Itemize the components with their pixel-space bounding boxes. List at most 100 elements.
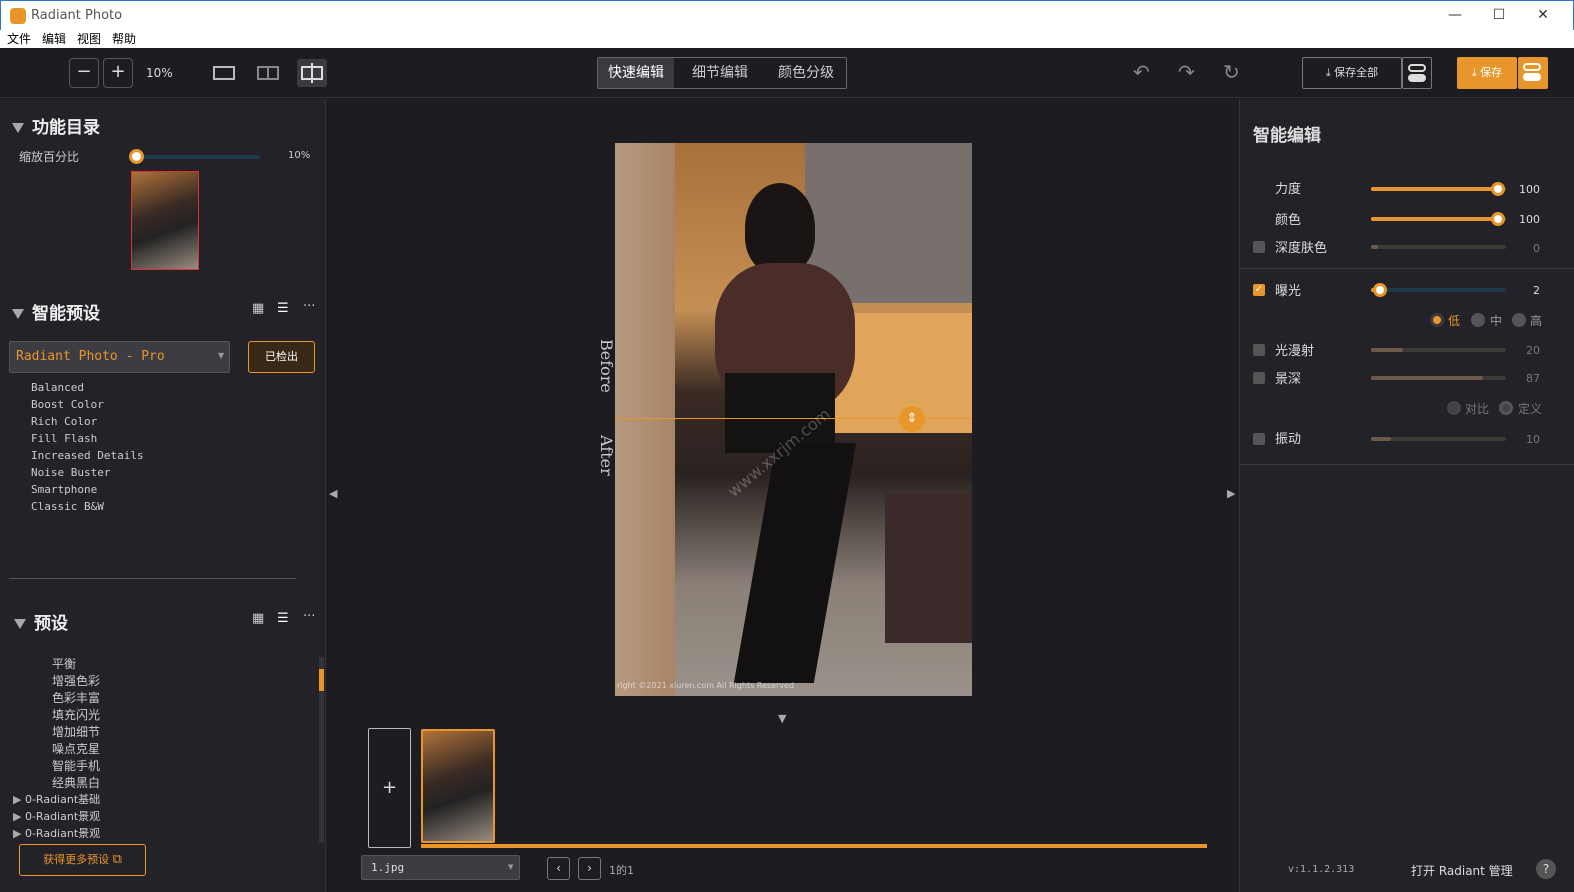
vibrance-slider[interactable] <box>1371 437 1506 441</box>
open-manager-link[interactable]: 打开 Radiant 管理 <box>1411 862 1513 879</box>
skin-depth-checkbox[interactable] <box>1253 241 1265 253</box>
menu-edit[interactable]: 编辑 <box>42 30 66 48</box>
preset-group[interactable]: ▶ 0-Radiant基础 <box>13 791 100 807</box>
redo-icon[interactable]: ↷ <box>1178 60 1195 84</box>
minimize-button[interactable]: — <box>1447 7 1463 23</box>
detected-button[interactable]: 已检出 <box>248 341 315 373</box>
list-item[interactable]: 平衡 <box>52 655 76 672</box>
right-panel: 智能编辑 力度 100 颜色 100 深度肤色 0 ✓ 曝光 2 低 中 高 光… <box>1239 99 1574 892</box>
list-item[interactable]: Classic B&W <box>31 500 104 513</box>
grid-view-icon[interactable]: ▦ <box>252 611 264 626</box>
list-item[interactable]: Fill Flash <box>31 432 97 445</box>
menu-help[interactable]: 帮助 <box>112 30 136 48</box>
file-select-dropdown[interactable]: 1.jpg ▼ <box>361 855 520 880</box>
zoom-percent-knob[interactable] <box>129 149 144 164</box>
list-item[interactable]: 填充闪光 <box>52 706 100 723</box>
smart-preset-header[interactable]: 智能预设 <box>12 299 100 324</box>
zoom-percent-slider[interactable] <box>136 155 260 159</box>
tab-quick-edit[interactable]: 快速编辑 <box>598 58 674 88</box>
single-view-icon[interactable] <box>213 66 235 80</box>
exposure-knob[interactable] <box>1373 283 1387 297</box>
color-knob[interactable] <box>1491 212 1505 226</box>
list-item[interactable]: Balanced <box>31 381 84 394</box>
undo-icon[interactable]: ↶ <box>1133 60 1150 84</box>
exposure-checkbox[interactable]: ✓ <box>1253 284 1265 296</box>
radio-label: 定义 <box>1518 402 1543 416</box>
slider-label: 曝光 <box>1275 284 1302 299</box>
radio-high[interactable] <box>1512 313 1526 327</box>
list-item[interactable]: Smartphone <box>31 483 97 496</box>
list-item[interactable]: 智能手机 <box>52 757 100 774</box>
expand-triangle-icon: ▶ <box>13 793 25 806</box>
radio-low[interactable] <box>1430 313 1444 327</box>
collapse-left-panel-icon[interactable]: ◀ <box>329 487 337 500</box>
filmstrip-thumbnail[interactable] <box>421 729 495 843</box>
split-view-icon[interactable] <box>257 66 279 80</box>
photo-preview[interactable]: ⇕ www.xxrjm.com right ©2021 xiuren.com A… <box>615 143 972 696</box>
get-more-presets-button[interactable]: 获得更多预设 ⧉ <box>19 844 146 876</box>
canvas-area: ◀ ▶ ⇕ www.xxrjm.com right ©2021 xiuren.c… <box>327 99 1239 892</box>
list-item[interactable]: 噪点克星 <box>52 740 100 757</box>
download-icon: ⤓ <box>1471 66 1481 79</box>
save-all-options-toggle-icon[interactable] <box>1402 57 1432 89</box>
zoom-out-button[interactable]: − <box>69 58 99 88</box>
exposure-slider[interactable] <box>1371 288 1506 292</box>
maximize-button[interactable]: ☐ <box>1491 7 1507 23</box>
radio-mid[interactable] <box>1471 313 1485 327</box>
save-all-button[interactable]: ⤓ 保存全部 <box>1302 57 1402 89</box>
menu-file[interactable]: 文件 <box>7 30 31 48</box>
radio-contrast[interactable] <box>1447 401 1461 415</box>
help-icon[interactable]: ? <box>1536 859 1556 879</box>
list-item[interactable]: 色彩丰富 <box>52 689 100 706</box>
catalog-header[interactable]: 功能目录 <box>12 113 100 138</box>
list-view-icon[interactable]: ☰ <box>277 301 289 316</box>
menu-view[interactable]: 视图 <box>77 30 101 48</box>
smart-preset-dropdown[interactable]: Radiant Photo - Pro ▼ <box>9 341 230 373</box>
copyright-text: right ©2021 xiuren.com All Rights Reserv… <box>617 681 795 690</box>
grid-view-icon[interactable]: ▦ <box>252 301 264 316</box>
filmstrip-scrollbar[interactable] <box>421 844 1207 848</box>
radio-label: 对比 <box>1465 402 1490 416</box>
save-button[interactable]: ⤓ 保存 <box>1457 57 1517 89</box>
close-button[interactable]: ✕ <box>1535 7 1551 23</box>
preset-group[interactable]: ▶ 0-Radiant景观 <box>13 825 100 841</box>
list-item[interactable]: Noise Buster <box>31 466 110 479</box>
chevron-down-icon: ▼ <box>218 351 225 360</box>
list-item[interactable]: 增加细节 <box>52 723 100 740</box>
depth-of-field-checkbox[interactable] <box>1253 372 1265 384</box>
navigator-thumbnail[interactable] <box>131 171 199 270</box>
radio-definition[interactable] <box>1499 401 1513 415</box>
before-after-view-icon[interactable] <box>297 59 327 87</box>
presets-header[interactable]: 预设 <box>14 609 68 634</box>
list-item[interactable]: Rich Color <box>31 415 97 428</box>
preset-group[interactable]: ▶ 0-Radiant景观 <box>13 808 100 824</box>
list-item[interactable]: Boost Color <box>31 398 104 411</box>
skin-depth-slider[interactable] <box>1371 245 1506 249</box>
vibrance-checkbox[interactable] <box>1253 433 1265 445</box>
prev-image-button[interactable]: ‹ <box>547 857 570 880</box>
light-diffusion-checkbox[interactable] <box>1253 344 1265 356</box>
add-image-button[interactable]: + <box>368 728 411 848</box>
list-view-icon[interactable]: ☰ <box>277 611 289 626</box>
zoom-in-button[interactable]: + <box>103 58 133 88</box>
collapse-filmstrip-icon[interactable]: ▼ <box>778 712 786 725</box>
collapse-right-panel-icon[interactable]: ▶ <box>1227 487 1235 500</box>
next-image-button[interactable]: › <box>578 857 601 880</box>
save-options-toggle-icon[interactable] <box>1518 57 1548 89</box>
preset-scrollbar[interactable] <box>319 657 324 843</box>
split-handle-icon[interactable]: ⇕ <box>899 406 925 432</box>
toolbar: − + 10% 快速编辑 细节编辑 颜色分级 ↶ ↷ ↻ ⤓ 保存全部 ⤓ 保存 <box>0 48 1574 98</box>
after-label: After <box>597 435 616 476</box>
more-options-icon[interactable]: ··· <box>303 299 315 314</box>
slider-value: 100 <box>1519 183 1540 196</box>
slider-label: 光漫射 <box>1275 344 1315 359</box>
tab-color-grading[interactable]: 颜色分级 <box>766 58 846 88</box>
external-link-icon: ⧉ <box>112 852 122 867</box>
list-item[interactable]: Increased Details <box>31 449 144 462</box>
reset-icon[interactable]: ↻ <box>1223 60 1240 84</box>
more-options-icon[interactable]: ··· <box>303 609 315 624</box>
strength-knob[interactable] <box>1491 182 1505 196</box>
tab-detail-edit[interactable]: 细节编辑 <box>674 58 766 88</box>
list-item[interactable]: 经典黑白 <box>52 774 100 791</box>
list-item[interactable]: 增强色彩 <box>52 672 100 689</box>
